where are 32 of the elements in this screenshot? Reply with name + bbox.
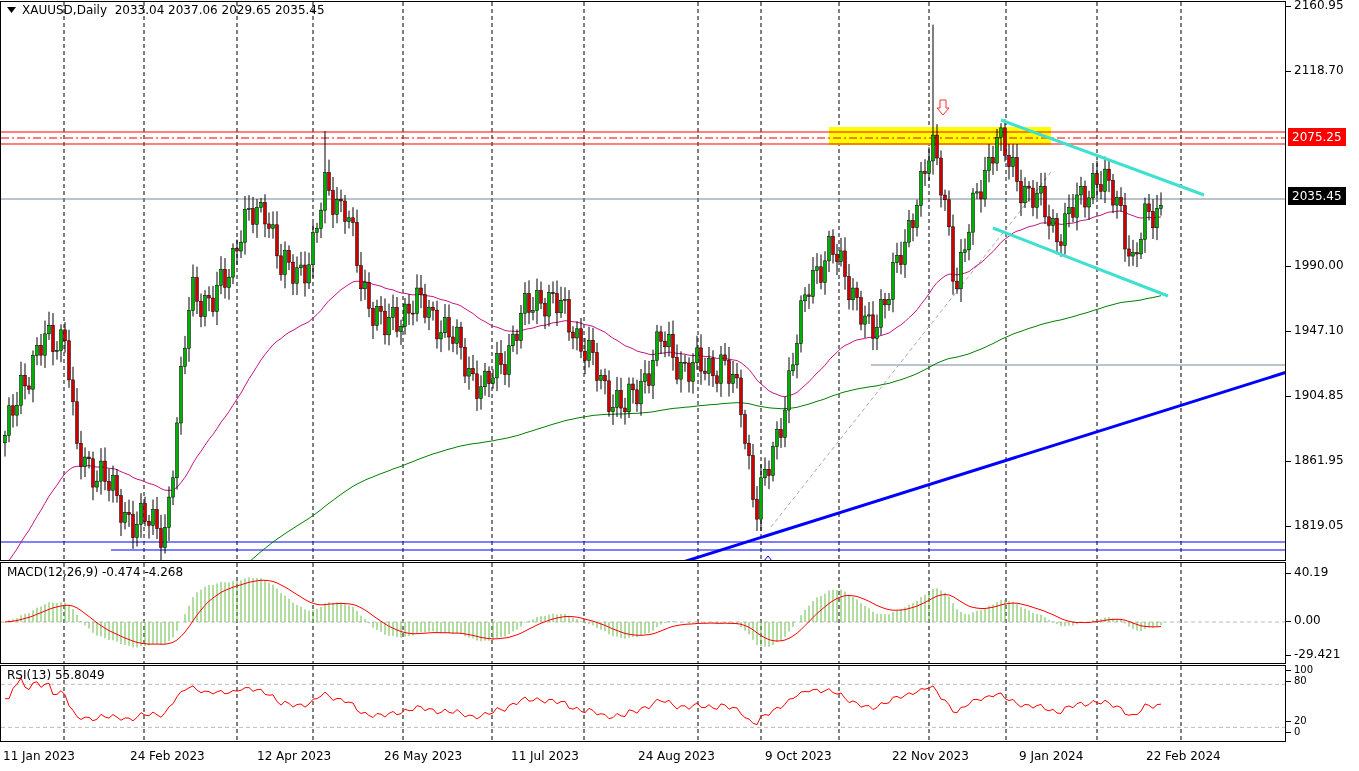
symbol-header: XAUUSD,Daily 2033.04 2037.06 2029.65 2035.45 [22, 3, 325, 17]
macd-label: MACD(12,26,9) -0.474 -4.268 [7, 565, 184, 579]
time-axis-label: 9 Oct 2023 [765, 748, 833, 763]
price-axis-label: 2160.95 [1294, 0, 1344, 12]
price-tag: 2075.25 [1288, 128, 1346, 146]
price-tag: 2035.45 [1288, 187, 1346, 205]
rsi-label: RSI(13) 55.8049 [7, 668, 105, 682]
price-axis-label: 2118.70 [1294, 63, 1344, 77]
dropdown-triangle-icon[interactable] [7, 7, 16, 13]
rsi-axis-label: 80 [1294, 675, 1307, 686]
time-axis-label: 12 Apr 2023 [257, 748, 333, 763]
time-axis-label: 9 Jan 2024 [1019, 748, 1085, 763]
time-axis-label: 11 Jan 2023 [3, 748, 76, 763]
macd-axis-label: 0.00 [1294, 613, 1321, 627]
price-axis-label: 1990.00 [1294, 258, 1344, 272]
up-arrow-icon [763, 555, 773, 560]
price-axis-label: 1904.85 [1294, 388, 1344, 402]
macd-axis-label: -29.421 [1294, 647, 1341, 661]
time-axis-label: 26 May 2023 [384, 748, 464, 763]
time-axis-label: 11 Jul 2023 [511, 748, 580, 763]
down-arrow-icon [936, 99, 950, 116]
macd-axis-label: 40.19 [1294, 565, 1329, 579]
price-axis-label: 1819.05 [1294, 518, 1344, 532]
rsi-axis-label: 20 [1294, 715, 1307, 726]
time-axis-label: 22 Feb 2024 [1146, 748, 1222, 763]
time-axis-label: 22 Nov 2023 [892, 748, 970, 763]
price-axis-label: 1861.95 [1294, 453, 1344, 467]
time-axis-label: 24 Aug 2023 [638, 748, 716, 763]
rsi-axis-label: 0 [1294, 726, 1301, 737]
rsi-axis-label: 100 [1294, 664, 1314, 675]
price-axis-label: 1947.10 [1294, 323, 1344, 337]
time-axis-label: 24 Feb 2023 [130, 748, 206, 763]
